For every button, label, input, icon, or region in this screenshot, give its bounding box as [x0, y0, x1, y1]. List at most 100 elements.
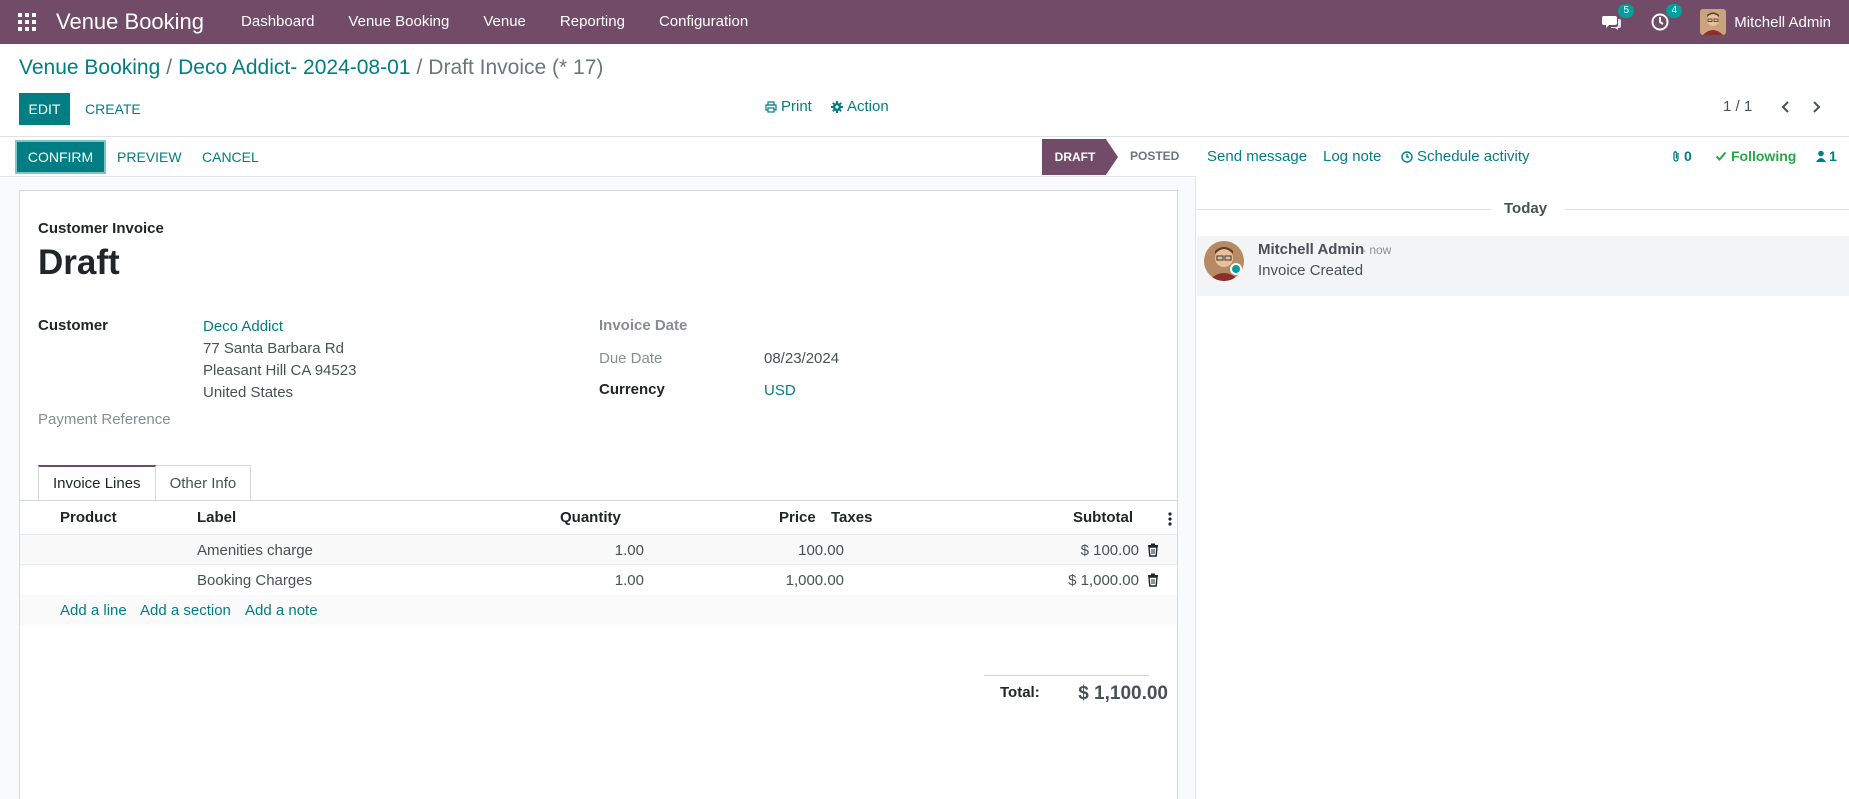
- activity-clock-icon[interactable]: 4: [1650, 4, 1683, 32]
- user-name: Mitchell Admin: [1734, 13, 1831, 31]
- tab-other-info[interactable]: Other Info: [155, 465, 252, 501]
- preview-button[interactable]: PREVIEW: [117, 149, 182, 165]
- message-time: - now: [1362, 243, 1392, 257]
- optional-columns-icon[interactable]: [1168, 511, 1172, 527]
- create-button[interactable]: CREATE: [85, 93, 141, 125]
- column-header-quantity[interactable]: Quantity: [560, 509, 621, 526]
- pager-value[interactable]: 1 / 1: [1723, 98, 1752, 115]
- cell-subtotal: $ 100.00: [1080, 542, 1139, 559]
- column-header-subtotal[interactable]: Subtotal: [1073, 509, 1133, 526]
- currency-link[interactable]: USD: [764, 382, 796, 399]
- print-label: Print: [781, 98, 812, 115]
- tab-invoice-lines[interactable]: Invoice Lines: [38, 465, 156, 501]
- stage-draft[interactable]: DRAFT: [1042, 139, 1118, 175]
- edit-button[interactable]: EDIT: [19, 93, 70, 125]
- menu-reporting[interactable]: Reporting: [543, 0, 642, 44]
- following-label: Following: [1731, 148, 1797, 164]
- cell-label: Amenities charge: [197, 542, 313, 559]
- cell-subtotal: $ 1,000.00: [1068, 572, 1139, 589]
- activities-badge: 4: [1666, 4, 1683, 18]
- payment-reference-label: Payment Reference: [38, 411, 171, 428]
- log-note-button[interactable]: Log note: [1323, 148, 1381, 165]
- document-name: Draft: [38, 243, 120, 282]
- column-header-taxes[interactable]: Taxes: [831, 509, 872, 526]
- user-menu[interactable]: Mitchell Admin: [1700, 9, 1831, 35]
- followers-button[interactable]: 1: [1816, 148, 1837, 164]
- menu-configuration[interactable]: Configuration: [642, 0, 765, 44]
- cell-quantity: 1.00: [614, 572, 644, 589]
- form-sheet: Customer Invoice Draft Customer Deco Add…: [19, 190, 1178, 799]
- total-label: Total:: [1000, 684, 1040, 701]
- breadcrumb-current: Draft Invoice (* 17): [428, 56, 604, 79]
- breadcrumb-separator: /: [416, 56, 423, 79]
- app-brand[interactable]: Venue Booking: [56, 9, 204, 35]
- top-navbar: Venue Booking Dashboard Venue Booking Ve…: [0, 0, 1849, 44]
- followers-count: 1: [1829, 148, 1837, 164]
- add-line-link[interactable]: Add a line: [60, 602, 127, 619]
- message-body: Invoice Created: [1258, 262, 1364, 279]
- total-divider: [984, 675, 1149, 676]
- due-date-field[interactable]: 08/23/2024: [764, 350, 839, 367]
- add-line-row: Add a line Add a section Add a note: [20, 595, 1177, 625]
- apps-menu-icon[interactable]: [16, 11, 38, 33]
- action-label: Action: [847, 98, 889, 115]
- due-date-label: Due Date: [599, 350, 663, 367]
- customer-link[interactable]: Deco Addict: [203, 318, 283, 335]
- action-dropdown[interactable]: Action: [831, 98, 889, 115]
- pager-previous-button[interactable]: [1776, 96, 1796, 118]
- author-avatar[interactable]: [1204, 241, 1244, 281]
- menu-dashboard[interactable]: Dashboard: [224, 0, 331, 44]
- date-separator-line: [1565, 209, 1849, 210]
- currency-label: Currency: [599, 381, 665, 398]
- paperclip-icon: [1673, 150, 1679, 162]
- user-icon: [1816, 150, 1826, 162]
- gear-icon: [831, 100, 843, 113]
- customer-address-country: United States: [203, 384, 294, 401]
- chevron-left-icon: [1781, 101, 1789, 113]
- column-header-label[interactable]: Label: [197, 509, 236, 526]
- stage-posted[interactable]: POSTED: [1130, 149, 1179, 163]
- column-header-product[interactable]: Product: [60, 509, 117, 526]
- table-row[interactable]: Amenities charge 1.00 100.00 $ 100.00: [20, 534, 1177, 564]
- document-type: Customer Invoice: [38, 220, 164, 237]
- delete-line-icon[interactable]: [1147, 573, 1159, 587]
- customer-address-street: 77 Santa Barbara Rd: [203, 340, 344, 357]
- date-separator: Today: [1504, 200, 1548, 217]
- customer-address-city: Pleasant Hill CA 94523: [203, 362, 357, 379]
- column-header-price[interactable]: Price: [779, 509, 816, 526]
- breadcrumb-root[interactable]: Venue Booking: [19, 56, 160, 80]
- print-icon: [765, 100, 777, 113]
- cell-price: 1,000.00: [785, 572, 844, 589]
- pager-next-button[interactable]: [1806, 96, 1826, 118]
- breadcrumb: Venue Booking / Deco Addict- 2024-08-01 …: [19, 56, 603, 80]
- form-statusbar: CONFIRM PREVIEW CANCEL DRAFT POSTED: [0, 137, 1196, 177]
- delete-line-icon[interactable]: [1147, 543, 1159, 557]
- customer-label: Customer: [38, 317, 109, 334]
- attachments-button[interactable]: 0: [1671, 148, 1692, 164]
- total-amount: $ 1,100.00: [1078, 683, 1168, 704]
- schedule-activity-label: Schedule activity: [1417, 148, 1530, 165]
- cancel-button[interactable]: CANCEL: [202, 149, 259, 165]
- schedule-activity-button[interactable]: Schedule activity: [1401, 148, 1530, 165]
- notebook-tabs: Invoice Lines Other Info: [38, 465, 252, 501]
- cell-label: Booking Charges: [197, 572, 313, 589]
- chevron-right-icon: [1813, 101, 1821, 113]
- cell-quantity: 1.00: [614, 542, 644, 559]
- send-message-button[interactable]: Send message: [1207, 148, 1307, 165]
- message-author[interactable]: Mitchell Admin: [1258, 241, 1364, 258]
- menu-venue-booking[interactable]: Venue Booking: [331, 0, 466, 44]
- check-icon: [1715, 151, 1727, 161]
- date-separator-line: [1197, 209, 1491, 210]
- following-button[interactable]: Following: [1715, 148, 1796, 164]
- add-section-link[interactable]: Add a section: [140, 602, 231, 619]
- messaging-icon[interactable]: 5: [1602, 4, 1635, 32]
- attachments-count: 0: [1684, 148, 1692, 164]
- chatter-message: Mitchell Admin - now Invoice Created: [1197, 236, 1849, 296]
- confirm-button[interactable]: CONFIRM: [17, 142, 104, 172]
- print-dropdown[interactable]: Print: [765, 98, 812, 115]
- add-note-link[interactable]: Add a note: [245, 602, 318, 619]
- messages-badge: 5: [1618, 4, 1635, 18]
- menu-venue[interactable]: Venue: [466, 0, 543, 44]
- table-row[interactable]: Booking Charges 1.00 1,000.00 $ 1,000.00: [20, 564, 1177, 594]
- breadcrumb-parent[interactable]: Deco Addict- 2024-08-01: [178, 56, 410, 80]
